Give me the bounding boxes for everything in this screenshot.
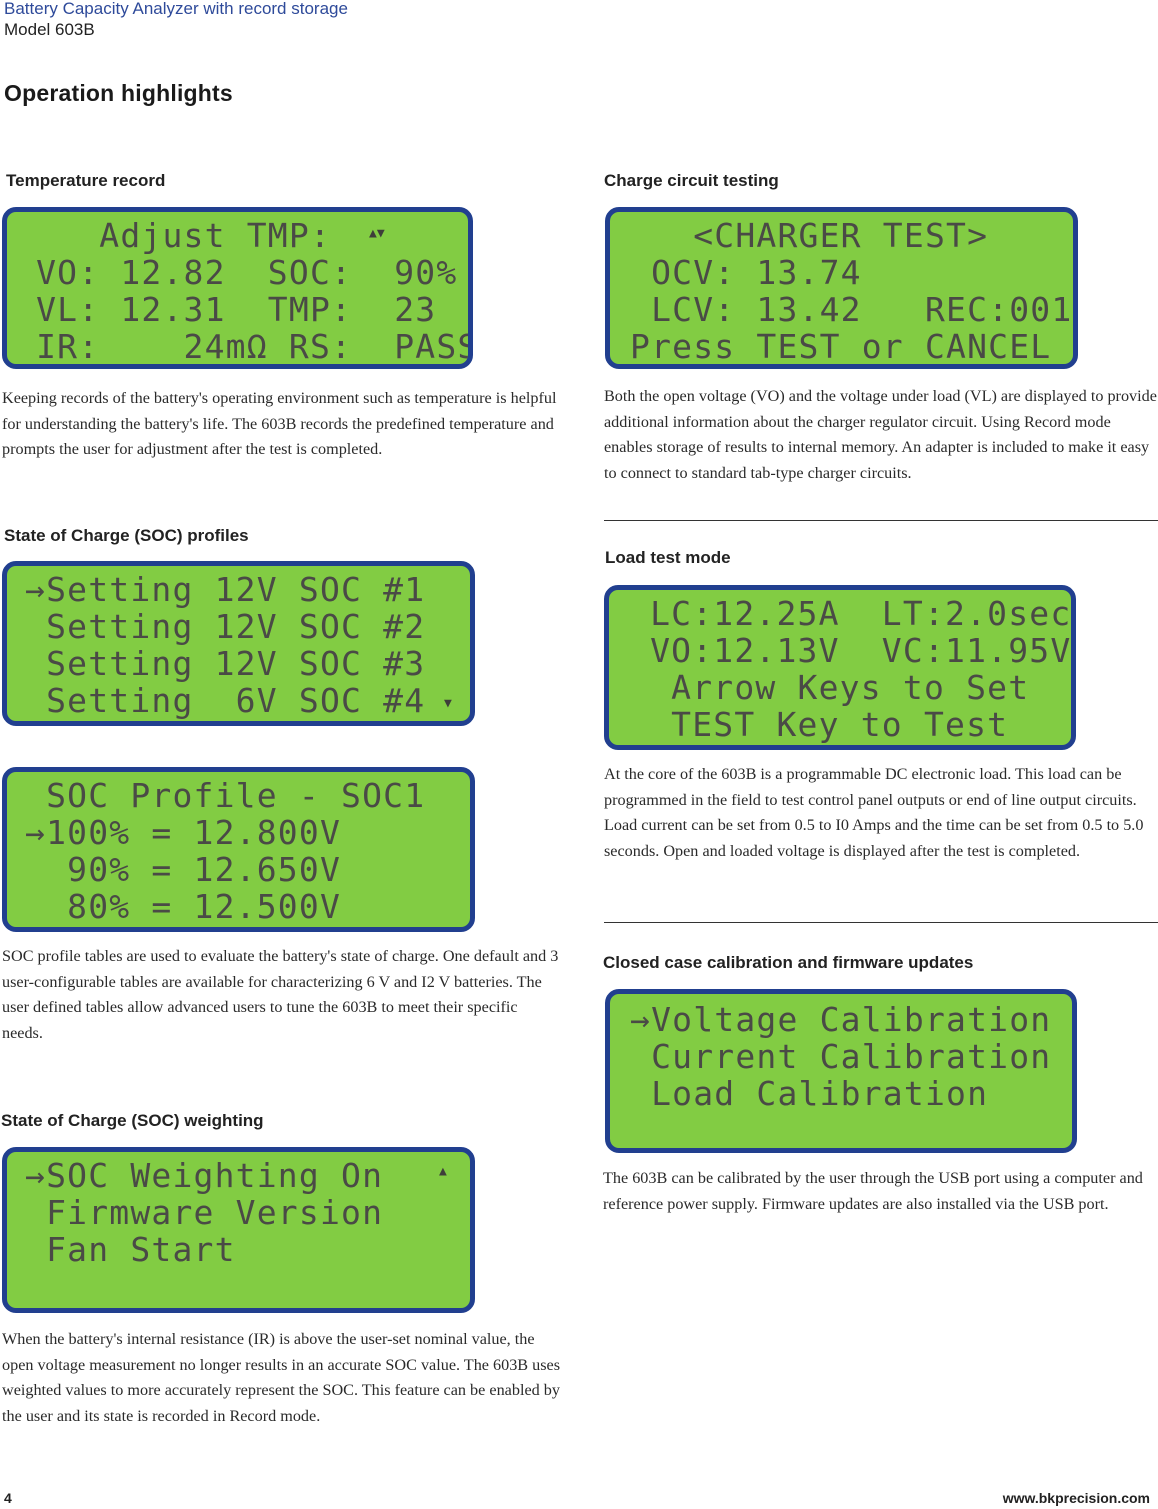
lcd-line: <CHARGER TEST> [630,216,989,255]
lcd-menu-item: Firmware Version [25,1193,384,1232]
lcd-menu-item: Current Calibration [630,1037,1052,1076]
lcd-line: →100% = 12.800V [25,813,342,852]
lcd-line: 90% = 12.650V [25,850,342,889]
section-divider [604,922,1158,923]
lcd-line: TEST Key to Test [629,705,1009,744]
description-soc-profiles: SOC profile tables are used to evaluate … [2,947,559,1042]
lcd-line: VO:12.13V VC:11.95V [629,631,1072,670]
lcd-menu-item: Setting 12V SOC #3 [25,644,426,683]
section-title-temperature-record: Temperature record [6,171,166,190]
lcd-soc-profile-menu: →Setting 12V SOC #1 Setting 12V SOC #2 S… [2,561,475,726]
lcd-line: VL: 12.31 TMP: 23 [15,290,437,329]
section-title-soc-profiles: State of Charge (SOC) profiles [4,526,249,545]
up-arrow-icon: ▲ [439,1164,447,1179]
page-number: 4 [4,1490,12,1506]
description-temperature-record: Keeping records of the battery's operati… [2,389,557,458]
lcd-menu-item: →Setting 12V SOC #1 [25,570,426,609]
up-down-arrows-icon: ▲▼ [369,226,385,241]
section-title-calibration: Closed case calibration and firmware upd… [603,953,974,972]
section-title-load-test-mode: Load test mode [605,548,731,567]
lcd-line: LCV: 13.42 REC:001 [630,290,1073,329]
lcd-temperature-record: Adjust TMP: VO: 12.82 SOC: 90% VL: 12.31… [2,207,473,369]
lcd-menu-item: →Voltage Calibration [630,1000,1052,1039]
lcd-menu-item: Setting 12V SOC #2 [25,607,426,646]
lcd-line: 80% = 12.500V [25,887,342,926]
description-charge-circuit-testing: Both the open voltage (VO) and the volta… [604,387,1157,482]
lcd-charge-circuit-testing: <CHARGER TEST> OCV: 13.74 LCV: 13.42 REC… [605,207,1078,369]
section-title-charge-circuit-testing: Charge circuit testing [604,171,779,190]
lcd-menu-item: Setting 6V SOC #4 [25,681,426,720]
lcd-menu-item: Load Calibration [630,1074,989,1113]
down-arrow-icon: ▼ [444,696,452,711]
description-calibration: The 603B can be calibrated by the user t… [603,1169,1143,1213]
section-title-soc-weighting: State of Charge (SOC) weighting [1,1111,264,1130]
lcd-line: Press TEST or CANCEL [630,327,1052,366]
lcd-soc-profile-table: SOC Profile - SOC1 →100% = 12.800V 90% =… [2,767,475,932]
lcd-line: OCV: 13.74 [630,253,862,292]
lcd-line: IR: 24mΩ RS: PASS [15,327,473,366]
lcd-line: Adjust TMP: [15,216,332,255]
lcd-calibration-menu: →Voltage Calibration Current Calibration… [605,989,1077,1153]
lcd-menu-item: →SOC Weighting On [25,1156,384,1195]
description-soc-weighting: When the battery's internal resistance (… [2,1330,561,1425]
lcd-menu-item: Fan Start [25,1230,236,1269]
description-load-test-mode: At the core of the 603B is a programmabl… [604,765,1144,860]
lcd-line: SOC Profile - SOC1 [25,776,426,815]
lcd-soc-weighting-menu: →SOC Weighting On Firmware Version Fan S… [2,1147,475,1313]
section-divider [604,520,1158,521]
page-title: Operation highlights [4,80,233,106]
website-link[interactable]: www.bkprecision.com [1003,1490,1150,1506]
lcd-line: Arrow Keys to Set [629,668,1030,707]
lcd-load-test-mode: LC:12.25A LT:2.0sec VO:12.13V VC:11.95V … [604,585,1076,750]
lcd-line: VO: 12.82 SOC: 90% [15,253,458,292]
product-title: Battery Capacity Analyzer with record st… [4,0,348,18]
lcd-line: LC:12.25A LT:2.0sec [629,594,1072,633]
model-label: Model 603B [4,20,95,39]
